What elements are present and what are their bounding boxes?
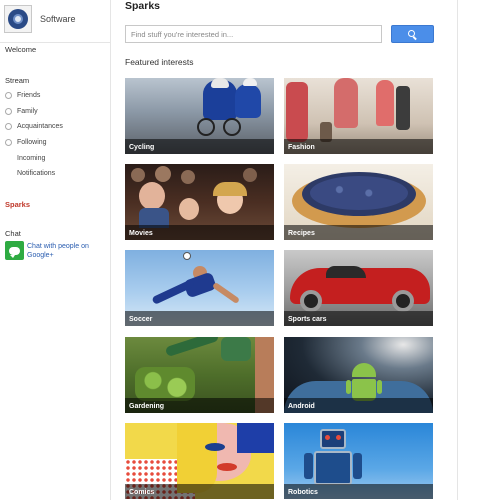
page-title: Sparks — [125, 0, 161, 12]
interest-tile-sports-cars[interactable]: Sports cars — [284, 250, 433, 326]
featured-heading: Featured interests — [125, 57, 194, 67]
avatar-icon[interactable] — [4, 5, 32, 33]
interest-tile-soccer[interactable]: Soccer — [125, 250, 274, 326]
stream-item-label: Acquaintances — [17, 123, 63, 130]
stream-item-family[interactable]: Family — [5, 108, 38, 115]
interest-tile-fashion[interactable]: Fashion — [284, 78, 433, 154]
circle-radio-icon[interactable] — [5, 108, 12, 115]
tile-label: Soccer — [129, 316, 153, 323]
interest-tile-movies[interactable]: Movies — [125, 164, 274, 240]
main-content: Sparks Featured interests Cycling Fashio… — [112, 0, 457, 500]
profile-name[interactable]: Software — [40, 14, 76, 24]
circle-radio-icon[interactable] — [5, 139, 12, 146]
circle-radio-icon[interactable] — [5, 92, 12, 99]
chat-bubble-icon[interactable] — [5, 241, 24, 260]
right-divider — [457, 0, 458, 500]
sidebar: Software Welcome Stream Friends Family A… — [0, 0, 111, 500]
sidebar-chat-heading: Chat — [5, 229, 21, 238]
interest-tile-android[interactable]: Android — [284, 337, 433, 413]
sidebar-item-sparks[interactable]: Sparks — [5, 200, 30, 209]
sidebar-item-notifications[interactable]: Notifications — [17, 170, 55, 177]
tile-label: Comics — [129, 489, 155, 496]
search-icon — [408, 29, 415, 37]
tile-label: Gardening — [129, 403, 165, 410]
circle-radio-icon[interactable] — [5, 123, 12, 130]
tile-label: Movies — [129, 230, 153, 237]
tile-label: Cycling — [129, 144, 155, 151]
stream-item-label: Following — [17, 139, 47, 146]
tile-label: Robotics — [288, 489, 318, 496]
interest-tile-cycling[interactable]: Cycling — [125, 78, 274, 154]
sidebar-item-welcome[interactable]: Welcome — [5, 45, 36, 54]
stream-item-friends[interactable]: Friends — [5, 92, 40, 99]
tile-label: Fashion — [288, 144, 315, 151]
tile-label: Android — [288, 403, 315, 410]
search-button[interactable] — [391, 25, 434, 43]
interest-tile-comics[interactable]: Comics — [125, 423, 274, 499]
tile-label: Recipes — [288, 230, 315, 237]
chat-link[interactable]: Chat with people on Google+ — [27, 242, 107, 260]
interest-tile-robotics[interactable]: Robotics — [284, 423, 433, 499]
stream-item-following[interactable]: Following — [5, 139, 47, 146]
stream-item-acquaintances[interactable]: Acquaintances — [5, 123, 63, 130]
stream-item-label: Family — [17, 108, 38, 115]
profile-header[interactable]: Software — [0, 2, 110, 36]
interest-tile-recipes[interactable]: Recipes — [284, 164, 433, 240]
tile-label: Sports cars — [288, 316, 327, 323]
search-input[interactable] — [125, 25, 382, 43]
interest-tile-gardening[interactable]: Gardening — [125, 337, 274, 413]
sidebar-divider — [0, 42, 110, 43]
sidebar-item-stream[interactable]: Stream — [5, 76, 29, 85]
stream-item-label: Friends — [17, 92, 41, 99]
sidebar-item-incoming[interactable]: Incoming — [17, 155, 45, 162]
